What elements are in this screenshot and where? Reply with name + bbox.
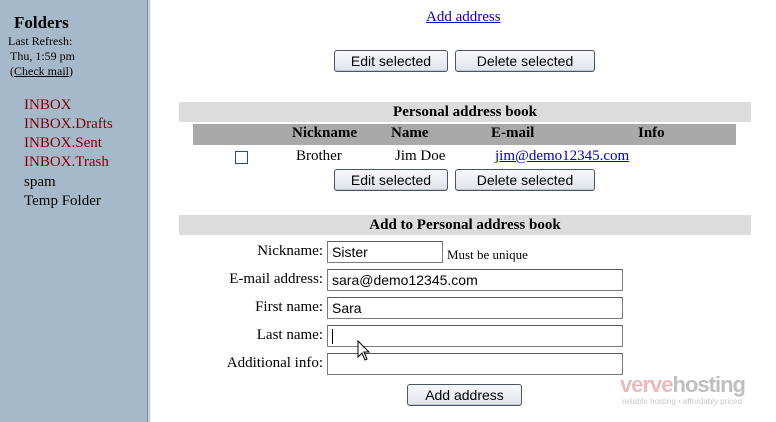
check-mail-close-paren: )	[68, 64, 73, 78]
column-info: Info	[638, 125, 665, 141]
last-refresh-label: Last Refresh:	[8, 34, 73, 48]
add-address-book-header: Add to Personal address book	[179, 215, 751, 235]
column-nickname: Nickname	[292, 125, 357, 141]
watermark-brand: vervehosting	[620, 372, 746, 398]
row-select-checkbox[interactable]	[235, 151, 248, 164]
folder-spam[interactable]: spam	[24, 174, 56, 191]
sidebar-divider[interactable]	[147, 0, 151, 422]
email-input[interactable]: sara@demo12345.com	[327, 269, 623, 291]
column-email: E-mail	[491, 125, 535, 141]
check-mail-wrapper: (Check mail)	[10, 64, 73, 79]
row-nickname: Brother	[296, 148, 342, 164]
first-name-label: First name:	[255, 299, 323, 315]
watermark-brand-part1: verve	[620, 372, 674, 397]
nickname-input[interactable]: Sister	[327, 241, 443, 263]
first-name-input[interactable]: Sara	[327, 297, 623, 319]
delete-selected-button[interactable]: Delete selected	[455, 169, 595, 191]
sidebar-title: Folders	[14, 13, 69, 32]
personal-address-book-header: Personal address book	[179, 102, 751, 122]
last-name-label: Last name:	[256, 327, 323, 343]
edit-selected-button[interactable]: Edit selected	[334, 169, 448, 191]
additional-info-label: Additional info:	[226, 355, 323, 371]
folder-inbox-drafts[interactable]: INBOX.Drafts	[24, 116, 113, 133]
last-name-input[interactable]	[327, 325, 623, 347]
nickname-label: Nickname:	[257, 243, 323, 259]
row-email-link[interactable]: jim@demo12345.com	[495, 148, 629, 165]
additional-info-input[interactable]	[327, 353, 623, 375]
add-address-submit-button[interactable]: Add address	[407, 384, 522, 406]
address-table-header: Nickname Name E-mail Info	[193, 124, 736, 145]
mouse-pointer-icon	[357, 340, 371, 361]
add-address-link[interactable]: Add address	[426, 9, 501, 26]
check-mail-link[interactable]: Check mail	[14, 64, 69, 78]
folder-inbox-sent[interactable]: INBOX.Sent	[24, 135, 102, 152]
nickname-hint: Must be unique	[447, 247, 528, 262]
watermark-brand-part2: hosting	[672, 372, 746, 397]
text-caret	[332, 329, 333, 344]
folder-inbox[interactable]: INBOX	[24, 97, 72, 114]
vervehosting-watermark: vervehosting reliable hosting • affordab…	[620, 372, 770, 412]
delete-selected-button-top[interactable]: Delete selected	[455, 50, 595, 72]
folder-sidebar: Folders Last Refresh: Thu, 1:59 pm (Chec…	[0, 0, 147, 422]
email-label: E-mail address:	[229, 271, 323, 287]
folder-inbox-trash[interactable]: INBOX.Trash	[24, 154, 109, 171]
column-name: Name	[391, 125, 429, 141]
edit-selected-button-top[interactable]: Edit selected	[334, 50, 448, 72]
watermark-tagline: reliable hosting • affordably priced	[622, 397, 743, 406]
folder-temp[interactable]: Temp Folder	[24, 193, 101, 210]
last-refresh-time: Thu, 1:59 pm	[10, 49, 75, 63]
row-name: Jim Doe	[395, 148, 446, 164]
